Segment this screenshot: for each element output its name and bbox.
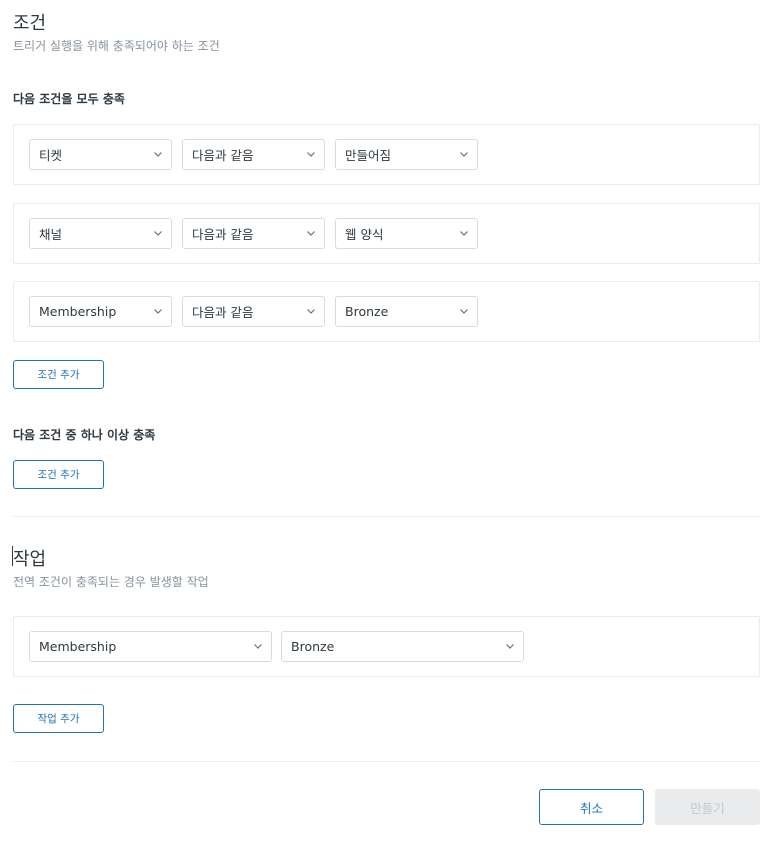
conditions-description: 트리거 실행을 위해 충족되어야 하는 조건 [13, 39, 220, 53]
footer-divider [13, 761, 760, 762]
select-value: Membership [39, 304, 117, 319]
condition-operator-select[interactable]: 다음과 같음 [182, 139, 325, 170]
chevron-down-icon [253, 642, 263, 652]
chevron-down-icon [306, 307, 316, 317]
condition-value-select[interactable]: Bronze [335, 296, 478, 327]
select-value: 다음과 같음 [192, 305, 254, 320]
select-value: 웹 양식 [345, 227, 384, 242]
conditions-title: 조건 [13, 13, 47, 34]
condition-operator-select[interactable]: 다음과 같음 [182, 296, 325, 327]
chevron-down-icon [459, 307, 469, 317]
chevron-down-icon [153, 307, 163, 317]
condition-field-select[interactable]: 채널 [29, 218, 172, 249]
all-conditions-label: 다음 조건을 모두 충족 [13, 92, 125, 106]
select-value: 다음과 같음 [192, 148, 254, 163]
condition-operator-select[interactable]: 다음과 같음 [182, 218, 325, 249]
select-value: Membership [39, 639, 117, 654]
chevron-down-icon [306, 229, 316, 239]
create-button[interactable]: 만들기 [655, 789, 760, 825]
action-value-select[interactable]: Bronze [281, 631, 524, 662]
select-value: 다음과 같음 [192, 227, 254, 242]
any-conditions-label: 다음 조건 중 하나 이상 충족 [13, 428, 156, 442]
select-value: Bronze [291, 639, 335, 654]
add-all-condition-button[interactable]: 조건 추가 [13, 360, 104, 389]
section-divider [13, 516, 760, 517]
select-value: Bronze [345, 304, 389, 319]
actions-title: 작업 [13, 549, 47, 570]
condition-row: 채널 다음과 같음 웹 양식 [13, 203, 760, 264]
chevron-down-icon [459, 150, 469, 160]
add-action-button[interactable]: 작업 추가 [13, 704, 104, 733]
condition-field-select[interactable]: 티켓 [29, 139, 172, 170]
condition-field-select[interactable]: Membership [29, 296, 172, 327]
chevron-down-icon [505, 642, 515, 652]
chevron-down-icon [459, 229, 469, 239]
condition-value-select[interactable]: 만들어짐 [335, 139, 478, 170]
condition-row: Membership 다음과 같음 Bronze [13, 281, 760, 342]
action-field-select[interactable]: Membership [29, 631, 272, 662]
select-value: 채널 [39, 227, 63, 242]
chevron-down-icon [306, 150, 316, 160]
cancel-button[interactable]: 취소 [539, 789, 644, 825]
select-value: 만들어짐 [345, 148, 392, 163]
add-any-condition-button[interactable]: 조건 추가 [13, 460, 104, 489]
chevron-down-icon [153, 150, 163, 160]
select-value: 티켓 [39, 148, 63, 163]
action-row: Membership Bronze [13, 616, 760, 677]
chevron-down-icon [153, 229, 163, 239]
actions-description: 전역 조건이 충족되는 경우 발생할 작업 [13, 575, 209, 589]
condition-row: 티켓 다음과 같음 만들어짐 [13, 124, 760, 185]
condition-value-select[interactable]: 웹 양식 [335, 218, 478, 249]
